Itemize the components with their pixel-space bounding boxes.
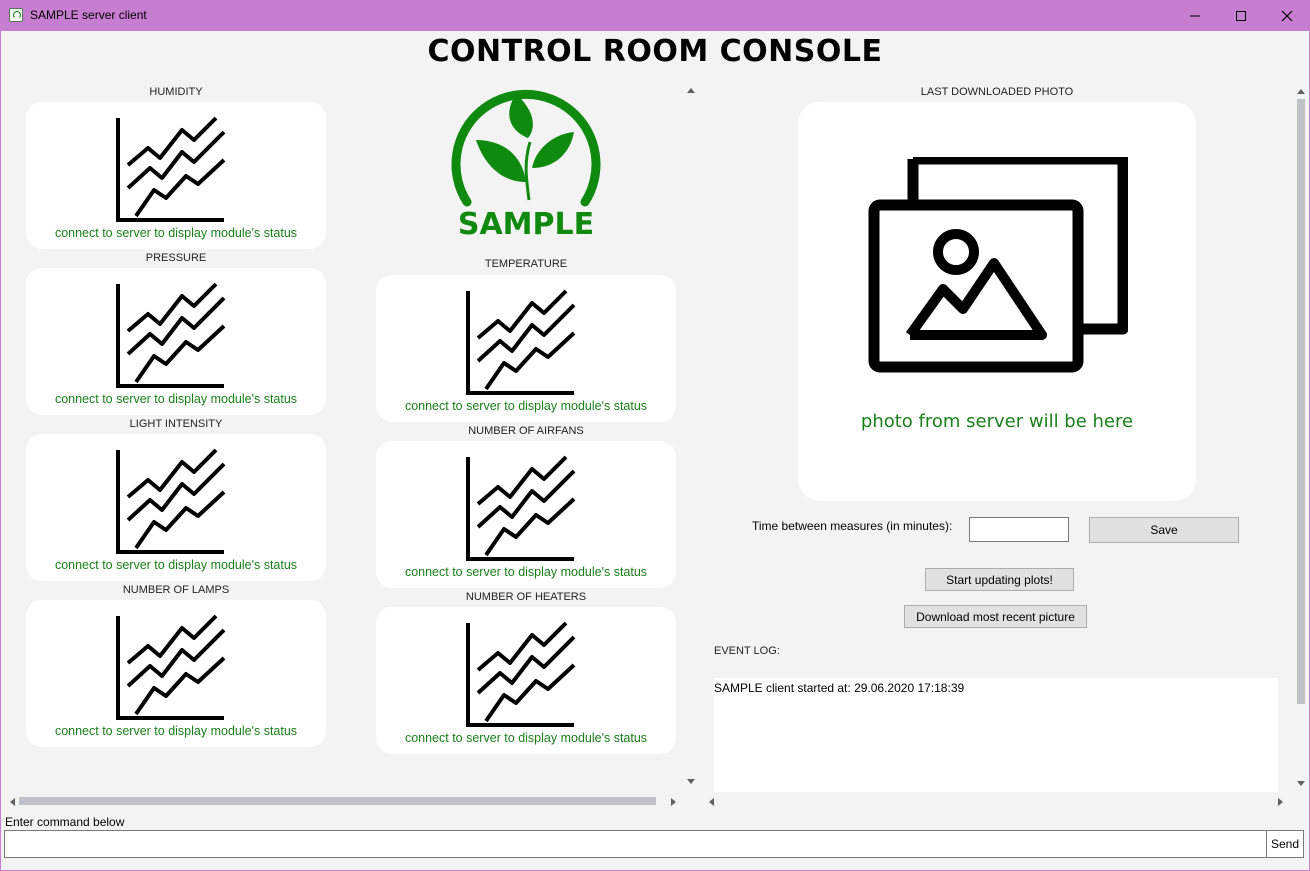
module-card-number-of-heaters: connect to server to display module's st… [376,607,676,754]
right-horizontal-scrollbar[interactable] [705,794,1291,808]
scroll-right-arrow-icon[interactable] [670,797,678,807]
module-card-humidity: connect to server to display module's st… [26,102,326,249]
app-icon [9,8,23,22]
photo-placeholder-text: photo from server will be here [860,411,1134,432]
log-entry: SAMPLE client started at: 29.06.2020 17:… [714,681,965,695]
photo-label: LAST DOWNLOADED PHOTO [920,86,1074,98]
module-status: connect to server to display module's st… [404,565,648,579]
module-card-light-intensity: connect to server to display module's st… [26,434,326,581]
module-label-temperature: TEMPERATURE [484,258,568,270]
module-status: connect to server to display module's st… [54,724,298,738]
leaf-logo-icon: SAMPLE [451,89,601,242]
maximize-icon [1236,10,1246,21]
module-label-number-of-lamps: NUMBER OF LAMPS [122,584,230,596]
line-chart-icon [116,116,226,222]
send-button[interactable]: Send [1266,830,1304,858]
measure-interval-label: Time between measures (in minutes): [752,519,953,533]
window-title: SAMPLE server client [30,8,147,22]
scrollbar-thumb[interactable] [1297,99,1305,704]
close-icon [1281,10,1293,21]
line-chart-icon [466,621,576,727]
module-card-number-of-airfans: connect to server to display module's st… [376,441,676,588]
module-status: connect to server to display module's st… [54,558,298,572]
scroll-left-arrow-icon[interactable] [707,797,715,807]
module-card-temperature: connect to server to display module's st… [376,275,676,422]
module-label-number-of-heaters: NUMBER OF HEATERS [465,591,587,603]
photo-panel: photo from server will be here [798,102,1196,501]
command-input[interactable] [4,830,1267,858]
close-button[interactable] [1264,0,1310,31]
save-button[interactable]: Save [1089,517,1239,543]
start-updating-plots-button[interactable]: Start updating plots! [925,568,1074,591]
page-title: CONTROL ROOM CONSOLE [427,34,883,69]
maximize-button[interactable] [1218,0,1264,31]
left-horizontal-scrollbar[interactable] [6,794,682,808]
module-label-pressure: PRESSURE [145,252,207,264]
event-log[interactable]: SAMPLE client started at: 29.06.2020 17:… [714,678,1278,792]
minimize-button[interactable] [1172,0,1218,31]
scroll-up-arrow-icon[interactable] [1297,87,1305,95]
module-status: connect to server to display module's st… [54,392,298,406]
line-chart-icon [116,282,226,388]
module-status: connect to server to display module's st… [54,226,298,240]
photo-gallery-icon [868,157,1128,373]
module-label-humidity: HUMIDITY [149,86,203,98]
scroll-up-arrow-icon[interactable] [686,86,696,94]
scrollbar-thumb[interactable] [19,797,656,805]
download-picture-button[interactable]: Download most recent picture [904,605,1087,628]
line-chart-icon [466,455,576,561]
line-chart-icon [116,614,226,720]
scroll-right-arrow-icon[interactable] [1277,797,1285,807]
command-label: Enter command below [5,815,125,829]
module-label-number-of-airfans: NUMBER OF AIRFANS [468,425,584,437]
scroll-down-arrow-icon[interactable] [686,778,696,786]
module-card-number-of-lamps: connect to server to display module's st… [26,600,326,747]
module-label-light-intensity: LIGHT INTENSITY [129,418,223,430]
scroll-down-arrow-icon[interactable] [1297,780,1305,788]
module-card-pressure: connect to server to display module's st… [26,268,326,415]
title-bar[interactable]: SAMPLE server client [0,0,1310,31]
logo-text: SAMPLE [458,207,594,242]
line-chart-icon [466,289,576,395]
right-vertical-scrollbar[interactable] [1294,84,1308,794]
module-status: connect to server to display module's st… [404,399,648,413]
module-status: connect to server to display module's st… [404,731,648,745]
line-chart-icon [116,448,226,554]
measure-interval-input[interactable] [969,517,1069,542]
minimize-icon [1190,15,1200,16]
scroll-left-arrow-icon[interactable] [8,797,16,807]
event-log-label: EVENT LOG: [714,645,780,657]
